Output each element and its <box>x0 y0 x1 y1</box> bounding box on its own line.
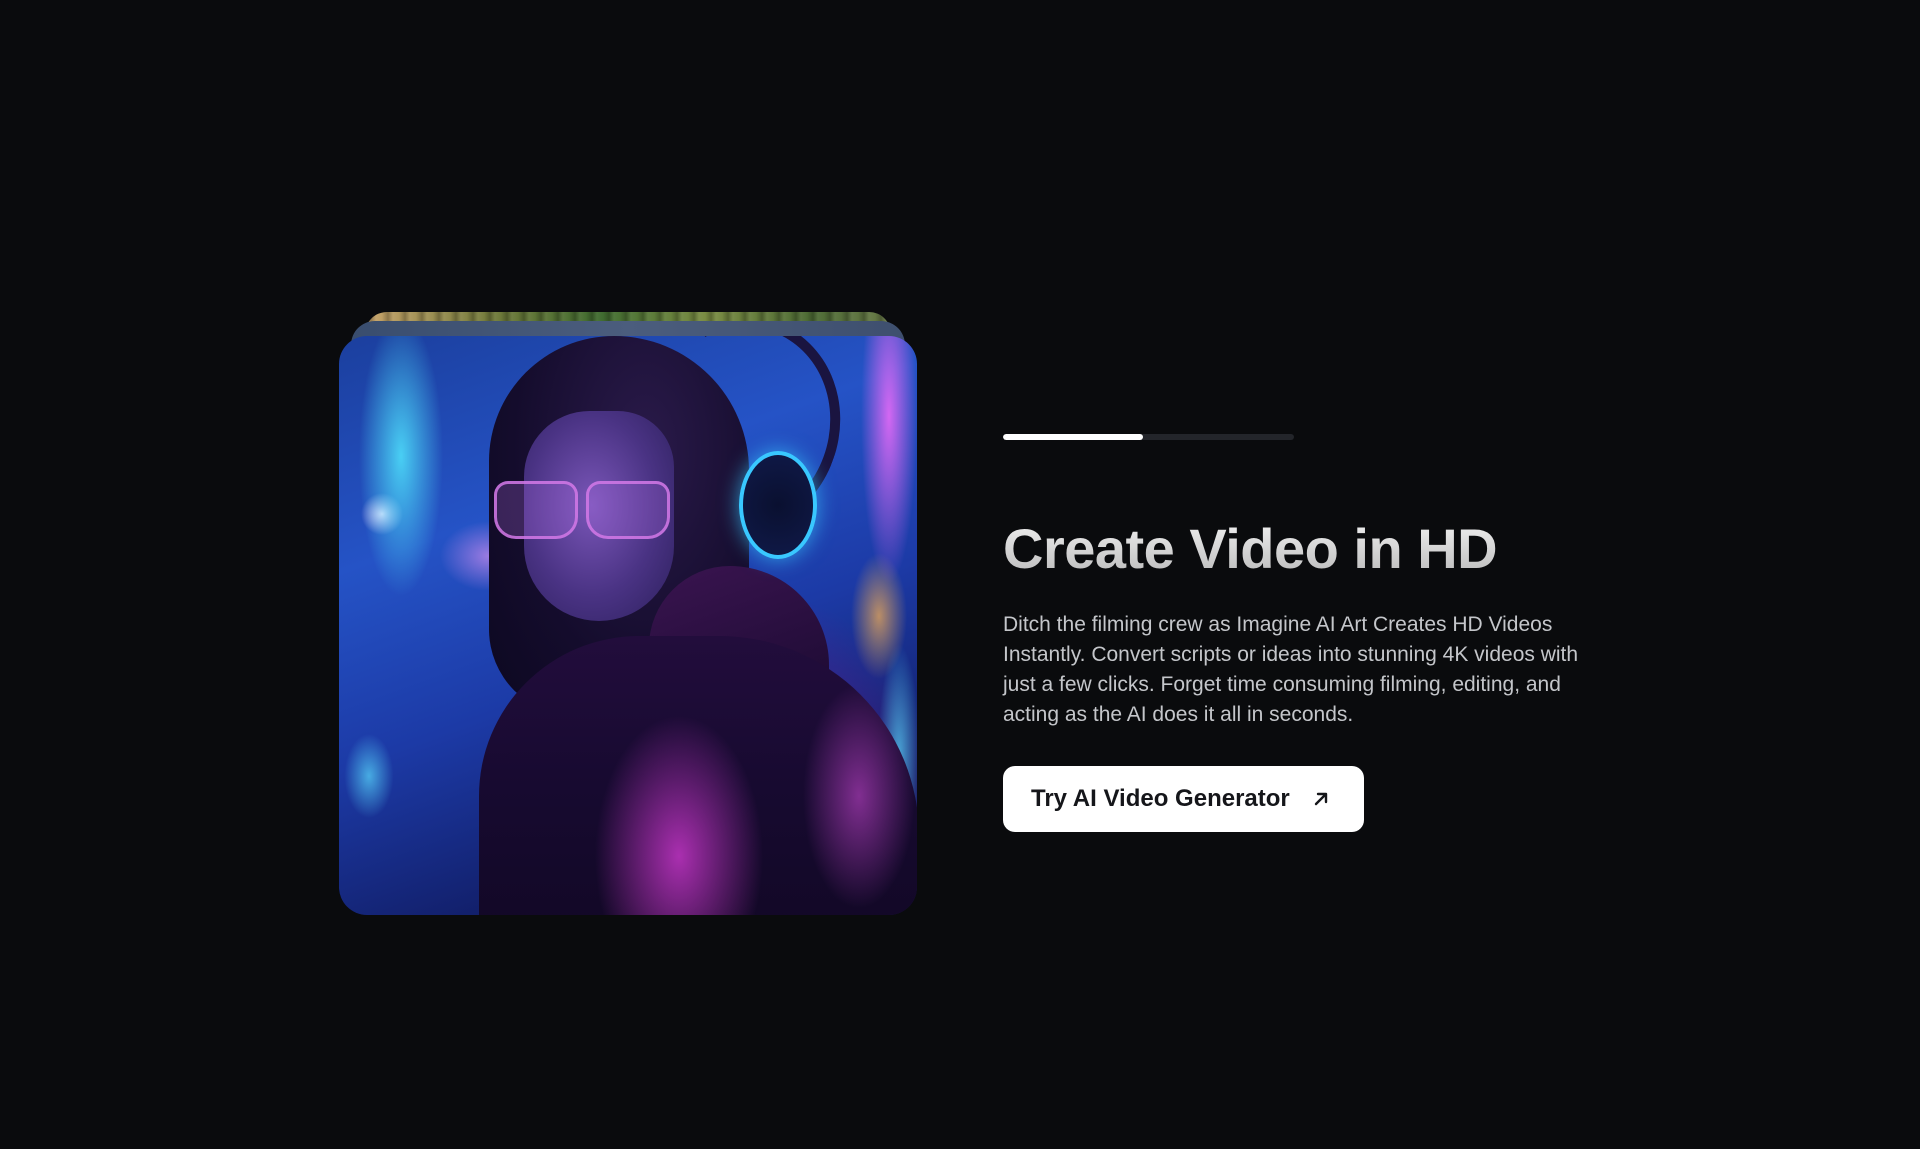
try-ai-video-generator-button[interactable]: Try AI Video Generator <box>1003 766 1364 832</box>
cta-label: Try AI Video Generator <box>1031 785 1290 812</box>
preview-coat-shape <box>479 636 917 915</box>
video-preview-image <box>339 336 917 915</box>
hero-title: Create Video in HD <box>1003 517 1498 580</box>
preview-glasses-shape <box>494 481 694 541</box>
page: Create Video in HD Ditch the filming cre… <box>0 0 1920 1149</box>
preview-lens-left <box>494 481 578 539</box>
preview-headphone-shape <box>739 451 817 559</box>
arrow-up-right-icon <box>1310 788 1332 810</box>
media-carousel <box>339 312 917 915</box>
slide-progress-bar <box>1003 434 1294 440</box>
hero-description: Ditch the filming crew as Imagine AI Art… <box>1003 613 1579 726</box>
preview-lens-right <box>586 481 670 539</box>
slide-progress-fill <box>1003 434 1143 440</box>
